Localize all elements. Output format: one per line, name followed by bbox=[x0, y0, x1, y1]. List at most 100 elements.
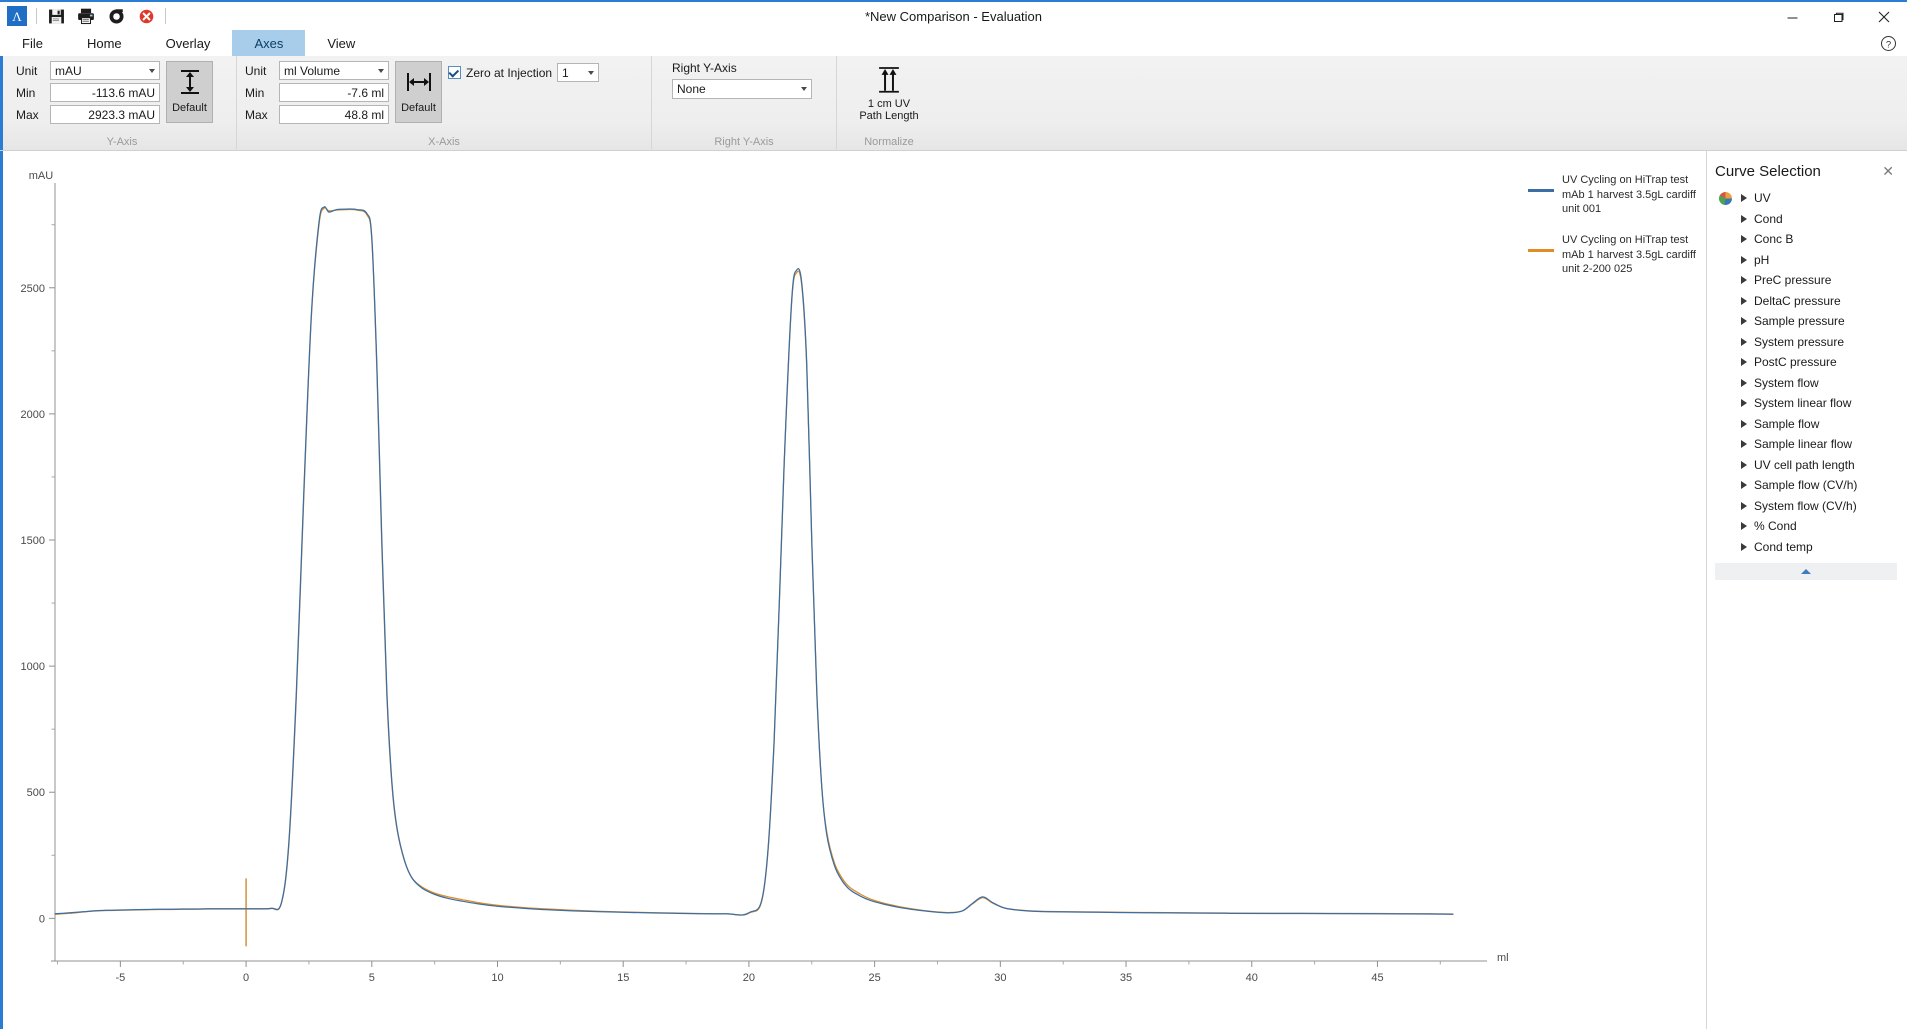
curve-item-prec-pressure[interactable]: PreC pressure bbox=[1715, 270, 1907, 291]
save-icon bbox=[48, 9, 64, 23]
x-axis-unit-label: Unit bbox=[245, 63, 267, 78]
expand-arrow-icon[interactable] bbox=[1741, 296, 1747, 305]
expand-arrow-icon[interactable] bbox=[1741, 214, 1747, 223]
curve-item-ph[interactable]: pH bbox=[1715, 250, 1907, 271]
x-axis-min-label: Min bbox=[245, 85, 265, 100]
y-tick-label: 2000 bbox=[21, 409, 45, 421]
curve-color-placeholder bbox=[1719, 335, 1732, 348]
minimize-button[interactable] bbox=[1769, 2, 1815, 32]
curve-list-collapse-button[interactable] bbox=[1715, 563, 1897, 580]
y-axis-unit-select[interactable]: mAU bbox=[50, 61, 160, 80]
curve-item-sample-flow[interactable]: Sample flow bbox=[1715, 414, 1907, 435]
expand-arrow-icon[interactable] bbox=[1741, 194, 1747, 203]
x-tick-label: 5 bbox=[369, 972, 375, 984]
curve-item-conc-b[interactable]: Conc B bbox=[1715, 229, 1907, 250]
right-y-axis-select[interactable]: None bbox=[672, 79, 812, 99]
curve-color-placeholder bbox=[1719, 417, 1732, 430]
curve-item-postc-pressure[interactable]: PostC pressure bbox=[1715, 352, 1907, 373]
curve-item-system-pressure[interactable]: System pressure bbox=[1715, 332, 1907, 353]
expand-arrow-icon[interactable] bbox=[1741, 337, 1747, 346]
curve-item-sample-flow-cv-h[interactable]: Sample flow (CV/h) bbox=[1715, 475, 1907, 496]
expand-arrow-icon[interactable] bbox=[1741, 235, 1747, 244]
qat-divider-2 bbox=[165, 8, 166, 24]
tab-home[interactable]: Home bbox=[65, 30, 144, 56]
y-axis-min-input[interactable]: -113.6 mAU bbox=[50, 83, 160, 102]
y-axis-max-input[interactable]: 2923.3 mAU bbox=[50, 105, 160, 124]
chromatogram-pane[interactable]: 0 500 1000 1500 2000 2500 -5 0 5 10 15 20 25 30 35 40 45… bbox=[3, 151, 1706, 1029]
y-tick-label: 2500 bbox=[21, 283, 45, 295]
curve-selection-close-icon[interactable]: ✕ bbox=[1879, 163, 1897, 180]
x-axis-default-button[interactable]: Default bbox=[395, 61, 442, 123]
expand-arrow-icon[interactable] bbox=[1741, 419, 1747, 428]
save-button[interactable] bbox=[41, 3, 71, 29]
ribbon-group-x-axis: Unit ml Volume Min -7.6 ml Max 48.8 ml D… bbox=[236, 56, 651, 151]
legend-label: UV Cycling on HiTrap test mAb 1 harvest … bbox=[1562, 233, 1696, 276]
expand-arrow-icon[interactable] bbox=[1741, 317, 1747, 326]
close-button[interactable] bbox=[1861, 2, 1907, 32]
expand-arrow-icon[interactable] bbox=[1741, 276, 1747, 285]
x-axis-unit-value: ml Volume bbox=[284, 63, 341, 78]
expand-arrow-icon[interactable] bbox=[1741, 358, 1747, 367]
curve-item-uv[interactable]: UV bbox=[1715, 188, 1907, 209]
x-axis-min-input[interactable]: -7.6 ml bbox=[279, 83, 389, 102]
y-axis-default-button[interactable]: Default bbox=[166, 61, 213, 123]
ribbon-group-label-normalize: Normalize bbox=[864, 136, 914, 148]
curve-item-sample-linear-flow[interactable]: Sample linear flow bbox=[1715, 434, 1907, 455]
expand-arrow-icon[interactable] bbox=[1741, 378, 1747, 387]
y-tick-label: 1500 bbox=[21, 535, 45, 547]
curve-item-system-linear-flow[interactable]: System linear flow bbox=[1715, 393, 1907, 414]
expand-arrow-icon[interactable] bbox=[1741, 481, 1747, 490]
zero-at-injection-select[interactable]: 1 bbox=[557, 63, 600, 82]
curve-item-system-flow[interactable]: System flow bbox=[1715, 373, 1907, 394]
expand-arrow-icon[interactable] bbox=[1741, 501, 1747, 510]
y-axis-unit-value: mAU bbox=[55, 63, 82, 78]
tab-view-label: View bbox=[327, 35, 356, 51]
curve-item-label: Conc B bbox=[1754, 232, 1794, 247]
curve-item-cond[interactable]: Cond bbox=[1715, 209, 1907, 230]
tab-view[interactable]: View bbox=[305, 30, 377, 56]
help-button[interactable]: ? bbox=[1877, 32, 1899, 54]
curve-item-uv-cell-path-length[interactable]: UV cell path length bbox=[1715, 455, 1907, 476]
application-window: Λ *New Comparison - Evaluation File Home… bbox=[0, 0, 1907, 1030]
curve-item-deltac-pressure[interactable]: DeltaC pressure bbox=[1715, 291, 1907, 312]
legend-item: UV Cycling on HiTrap test mAb 1 harvest … bbox=[1528, 233, 1698, 277]
expand-arrow-icon[interactable] bbox=[1741, 399, 1747, 408]
ribbon-tab-bar: File Home Overlay Axes View ? bbox=[0, 30, 1907, 56]
tab-file[interactable]: File bbox=[0, 30, 65, 56]
tab-axes[interactable]: Axes bbox=[232, 30, 306, 56]
chart-legend: UV Cycling on HiTrap test mAb 1 harvest … bbox=[1528, 173, 1698, 293]
curve-item-cond[interactable]: % Cond bbox=[1715, 516, 1907, 537]
curve-item-cond-temp[interactable]: Cond temp bbox=[1715, 537, 1907, 558]
delete-button[interactable] bbox=[131, 3, 161, 29]
expand-arrow-icon[interactable] bbox=[1741, 460, 1747, 469]
app-logo-button[interactable]: Λ bbox=[2, 3, 32, 29]
x-tick-label: 15 bbox=[617, 972, 629, 984]
expand-arrow-icon[interactable] bbox=[1741, 440, 1747, 449]
y-tick-label: 500 bbox=[27, 787, 45, 799]
ribbon-group-y-axis: Unit mAU Min -113.6 mAU Max 2923.3 mAU D… bbox=[8, 56, 236, 151]
curve-color-placeholder bbox=[1719, 253, 1732, 266]
curve-item-label: Sample linear flow bbox=[1754, 437, 1853, 452]
x-tick-label: -5 bbox=[115, 972, 125, 984]
print-button[interactable] bbox=[71, 3, 101, 29]
uv-path-length-button[interactable]: 1 cm UV Path Length bbox=[849, 61, 929, 123]
x-axis-max-input[interactable]: 48.8 ml bbox=[279, 105, 389, 124]
undo-button[interactable] bbox=[101, 3, 131, 29]
curve-item-sample-pressure[interactable]: Sample pressure bbox=[1715, 311, 1907, 332]
y-axis-fields: Unit mAU Min -113.6 mAU Max 2923.3 mAU bbox=[16, 61, 160, 124]
curve-color-placeholder bbox=[1719, 540, 1732, 553]
expand-arrow-icon[interactable] bbox=[1741, 522, 1747, 531]
x-axis-unit-select[interactable]: ml Volume bbox=[279, 61, 389, 80]
maximize-button[interactable] bbox=[1815, 2, 1861, 32]
zero-at-injection-checkbox[interactable] bbox=[448, 66, 461, 79]
x-tick-label: 0 bbox=[243, 972, 249, 984]
main-content: 0 500 1000 1500 2000 2500 -5 0 5 10 15 20 25 30 35 40 45… bbox=[0, 151, 1907, 1029]
x-axis-fields: Unit ml Volume Min -7.6 ml Max 48.8 ml bbox=[245, 61, 389, 124]
curve-item-label: Sample pressure bbox=[1754, 314, 1845, 329]
tab-overlay-label: Overlay bbox=[165, 35, 211, 51]
expand-arrow-icon[interactable] bbox=[1741, 542, 1747, 551]
expand-arrow-icon[interactable] bbox=[1741, 255, 1747, 264]
curve-color-placeholder bbox=[1719, 499, 1732, 512]
curve-item-system-flow-cv-h[interactable]: System flow (CV/h) bbox=[1715, 496, 1907, 517]
tab-overlay[interactable]: Overlay bbox=[144, 30, 233, 56]
